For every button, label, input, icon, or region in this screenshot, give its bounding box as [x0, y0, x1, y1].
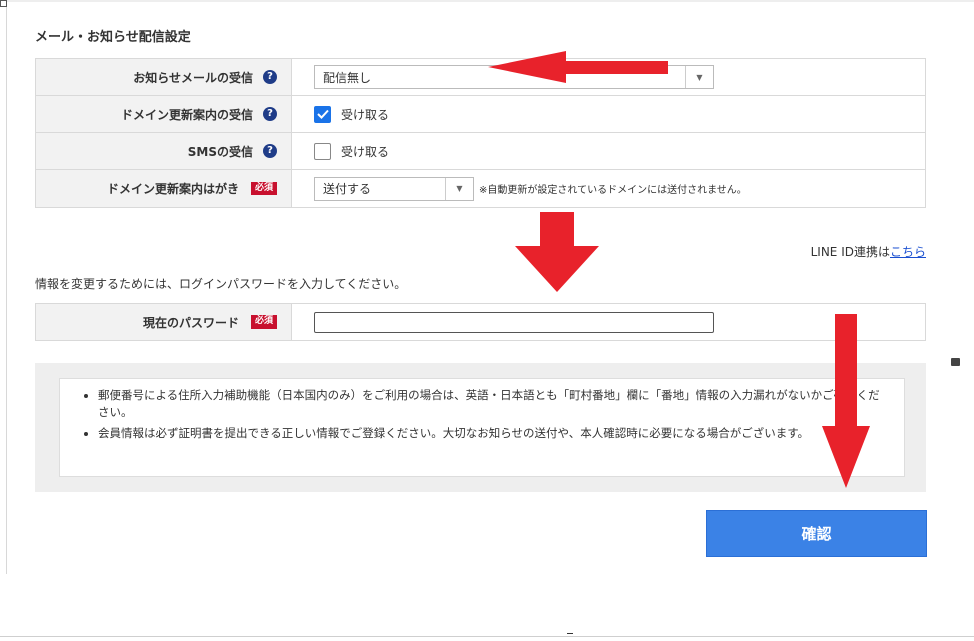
mail-settings-table: お知らせメールの受信 ? 配信無し ▼ ドメイン更新案内の受信 ? 受け取る S… [35, 58, 926, 208]
password-input[interactable] [314, 311, 714, 333]
domain-renewal-postcard-value-cell: 送付する ▼ ※自動更新が設定されているドメインには送付されません。 [292, 170, 925, 207]
notice-mail-select[interactable]: 配信無し ▼ [314, 65, 714, 89]
section-title: メール・お知らせ配信設定 [35, 30, 191, 45]
left-rule [6, 0, 7, 574]
password-label-cell: 現在のパスワード 必須 [36, 304, 292, 340]
domain-renewal-mail-value-cell: 受け取る [292, 96, 925, 132]
bottom-tick [567, 633, 573, 634]
required-badge: 必須 [250, 315, 277, 329]
domain-renewal-postcard-select[interactable]: 送付する ▼ [314, 176, 474, 201]
bottom-rule [0, 636, 974, 637]
confirm-button[interactable]: 確認 [706, 510, 927, 557]
required-badge: 必須 [250, 181, 277, 196]
side-widget-icon [951, 358, 960, 366]
domain-renewal-mail-row: ドメイン更新案内の受信 ? 受け取る [36, 96, 925, 133]
line-id-link-text: LINE ID連携はこちら [811, 243, 926, 260]
line-id-link[interactable]: こちら [890, 245, 926, 259]
top-rule [0, 0, 974, 2]
domain-renewal-postcard-label: ドメイン更新案内はがき [106, 182, 239, 196]
domain-renewal-mail-label-cell: ドメイン更新案内の受信 ? [36, 96, 292, 132]
chevron-down-icon: ▼ [445, 177, 473, 200]
sms-label: SMSの受信 [187, 144, 253, 159]
domain-renewal-mail-checkbox[interactable] [314, 105, 331, 123]
window-corner-icon [0, 0, 7, 7]
question-circle-icon[interactable]: ? [263, 144, 277, 158]
chevron-down-icon: ▼ [685, 66, 713, 88]
postcard-note: ※自動更新が設定されているドメインには送付されません。 [479, 185, 747, 196]
sms-checkbox-label[interactable]: 受け取る [341, 143, 389, 160]
question-circle-icon[interactable]: ? [263, 70, 277, 84]
notice-mail-label-cell: お知らせメールの受信 ? [36, 59, 292, 95]
notice-item: 郵便番号による住所入力補助機能（日本国内のみ）をご利用の場合は、英語・日本語とも… [98, 387, 884, 421]
sms-value-cell: 受け取る [292, 133, 925, 169]
arrow-down-annotation [515, 212, 599, 292]
password-label: 現在のパスワード [142, 315, 239, 330]
notice-mail-value-cell: 配信無し ▼ [292, 59, 925, 95]
checkmark-icon [316, 109, 329, 119]
notice-panel: 郵便番号による住所入力補助機能（日本国内のみ）をご利用の場合は、英語・日本語とも… [35, 363, 926, 492]
notice-item: 会員情報は必ず証明書を提出できる正しい情報でご登録ください。大切なお知らせの送付… [98, 425, 884, 442]
sms-checkbox[interactable] [314, 142, 331, 160]
password-value-cell [292, 304, 925, 340]
notice-box: 郵便番号による住所入力補助機能（日本国内のみ）をご利用の場合は、英語・日本語とも… [59, 378, 905, 477]
notice-list: 郵便番号による住所入力補助機能（日本国内のみ）をご利用の場合は、英語・日本語とも… [78, 387, 884, 442]
sms-row: SMSの受信 ? 受け取る [36, 133, 925, 170]
domain-renewal-postcard-selected: 送付する [323, 182, 372, 196]
notice-mail-label: お知らせメールの受信 [133, 70, 253, 85]
line-id-prefix: LINE ID連携は [810, 245, 890, 259]
domain-renewal-postcard-label-cell: ドメイン更新案内はがき 必須 [36, 170, 292, 207]
password-table: 現在のパスワード 必須 [35, 303, 926, 341]
domain-renewal-mail-checkbox-label[interactable]: 受け取る [341, 106, 389, 123]
domain-renewal-postcard-row: ドメイン更新案内はがき 必須 送付する ▼ ※自動更新が設定されているドメインに… [36, 170, 925, 207]
password-instruction: 情報を変更するためには、ログインパスワードを入力してください。 [35, 277, 407, 291]
sms-label-cell: SMSの受信 ? [36, 133, 292, 169]
notice-mail-row: お知らせメールの受信 ? 配信無し ▼ [36, 59, 925, 96]
domain-renewal-mail-label: ドメイン更新案内の受信 [120, 107, 253, 122]
question-circle-icon[interactable]: ? [263, 107, 277, 121]
notice-mail-selected: 配信無し [323, 70, 372, 85]
